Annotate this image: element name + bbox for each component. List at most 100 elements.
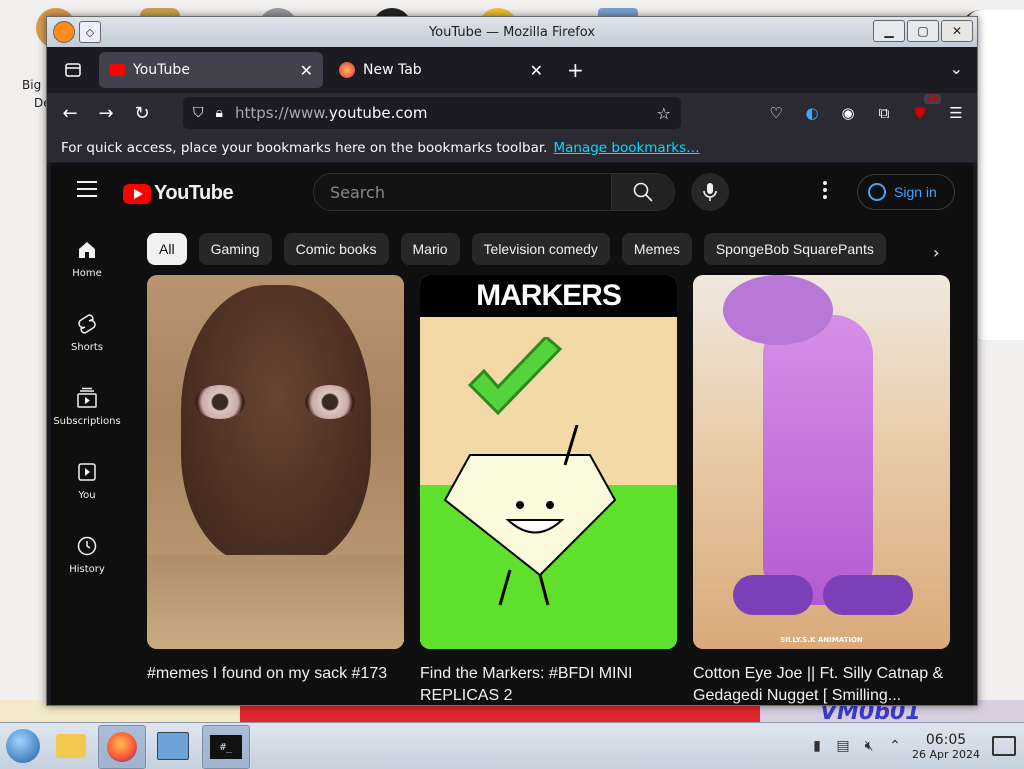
user-avatar-icon [868, 183, 886, 201]
guide-item-you[interactable]: You [51, 443, 123, 517]
youtube-play-icon [123, 183, 151, 204]
chip-comic-books[interactable]: Comic books [283, 233, 389, 265]
list-all-tabs-chevron-icon[interactable]: ⌄ [950, 59, 963, 78]
reload-icon[interactable]: ↻ [127, 98, 157, 128]
guide-item-history[interactable]: History [51, 517, 123, 591]
guide-label: Shorts [70, 341, 104, 353]
chip-next-chevron-icon[interactable]: › [933, 243, 939, 262]
terminal-icon: #_ [210, 735, 242, 759]
firefox-view-icon[interactable] [53, 50, 93, 90]
firefox-icon [107, 732, 137, 762]
youtube-page: YouTube Sign in Home [51, 163, 973, 705]
sign-in-label: Sign in [894, 184, 937, 200]
you-icon [77, 460, 97, 484]
guide-label: Subscriptions [53, 415, 121, 427]
chip-spongebob[interactable]: SpongeBob SquarePants [703, 233, 886, 265]
control-panel-icon [157, 732, 189, 760]
clock[interactable]: 06:05 26 Apr 2024 [912, 732, 980, 761]
forward-arrow-icon[interactable]: → [91, 98, 121, 128]
close-window-button[interactable]: ✕ [941, 20, 973, 42]
video-title[interactable]: Cotton Eye Joe || Ft. Silly Catnap & Ged… [693, 663, 950, 705]
tab-label: New Tab [363, 62, 422, 78]
video-title[interactable]: #memes I found on my sack #173 [147, 663, 404, 685]
back-arrow-icon[interactable]: ← [55, 98, 85, 128]
chip-television-comedy[interactable]: Television comedy [471, 233, 610, 265]
youtube-logo-text: YouTube [154, 182, 234, 204]
youtube-header: YouTube Sign in [51, 163, 973, 221]
new-tab-plus-icon[interactable]: + [567, 58, 584, 82]
pocket-icon[interactable]: ♡ [763, 100, 789, 126]
video-card[interactable]: MARKERS Find the Markers: #BFDI MINI REP… [420, 275, 677, 705]
video-thumbnail[interactable]: SILLY.S.K ANIMATION [693, 275, 950, 649]
desktop-icon-label: Big [22, 78, 42, 92]
video-thumbnail[interactable] [147, 275, 404, 649]
url-protocol: https://www. [234, 104, 329, 122]
video-title[interactable]: Find the Markers: #BFDI MINI REPLICAS 2 [420, 663, 677, 705]
extensions-puzzle-icon[interactable]: ⧉ [871, 100, 897, 126]
shield-icon[interactable]: ⛉ [193, 105, 204, 121]
microphone-icon [703, 183, 717, 201]
guide-menu-hamburger-icon[interactable] [77, 181, 97, 202]
ublock-icon[interactable]: ⛊ 16 [907, 94, 941, 126]
sign-in-button[interactable]: Sign in [857, 174, 955, 210]
guide-item-subscriptions[interactable]: Subscriptions [51, 369, 123, 443]
taskbar-control-panel[interactable] [150, 725, 196, 767]
taskbar-firefox[interactable] [98, 725, 146, 769]
close-tab-icon[interactable]: ✕ [300, 61, 313, 80]
start-orb-icon[interactable] [6, 729, 40, 763]
chip-memes[interactable]: Memes [621, 233, 692, 265]
tray-clipboard-icon[interactable]: ▤ [830, 738, 856, 754]
url-host: youtube.com [328, 104, 428, 122]
home-icon [77, 238, 97, 262]
guide-item-home[interactable]: Home [51, 221, 123, 295]
extension-badge: 16 [924, 94, 941, 104]
subscriptions-icon [76, 386, 98, 410]
search-box [313, 173, 675, 211]
bookmarks-message: For quick access, place your bookmarks h… [61, 139, 548, 156]
taskbar-file-manager[interactable] [48, 725, 94, 767]
manage-bookmarks-link[interactable]: Manage bookmarks… [553, 140, 699, 156]
show-desktop-icon[interactable] [992, 736, 1016, 756]
chip-gaming[interactable]: Gaming [198, 233, 272, 265]
lock-icon[interactable]: 🔒︎ [216, 105, 223, 121]
tray-volume-muted-icon[interactable]: 🔇︎ [856, 738, 882, 754]
system-tray: ▮ ▤ 🔇︎ ⌃ 06:05 26 Apr 2024 [804, 723, 1024, 769]
video-thumbnail[interactable]: MARKERS [420, 275, 677, 649]
bookmark-star-icon[interactable]: ☆ [657, 104, 671, 123]
settings-more-icon[interactable] [823, 181, 827, 202]
guide-label: Home [72, 267, 102, 279]
account-icon[interactable]: ◉ [835, 100, 861, 126]
youtube-logo[interactable]: YouTube [123, 182, 234, 205]
chip-all[interactable]: All [147, 233, 187, 265]
voice-search-button[interactable] [691, 173, 729, 211]
search-button[interactable] [611, 174, 674, 210]
guide-item-shorts[interactable]: Shorts [51, 295, 123, 369]
window-titlebar[interactable]: ◇ YouTube — Mozilla Firefox ▁ ▢ ✕ [47, 17, 977, 47]
minimize-button[interactable]: ▁ [873, 20, 905, 42]
folder-icon [56, 734, 86, 758]
navigation-toolbar: ← → ↻ ⛉ 🔒︎ https://www. youtube.com ☆ ♡ ◐… [47, 93, 977, 133]
url-bar[interactable]: ⛉ 🔒︎ https://www. youtube.com ☆ [183, 97, 681, 129]
close-tab-icon[interactable]: ✕ [530, 61, 543, 80]
tab-youtube[interactable]: YouTube ✕ [99, 52, 323, 88]
thumbnail-text: SILLY.S.K ANIMATION [780, 636, 863, 644]
clock-date: 26 Apr 2024 [911, 747, 980, 761]
video-card[interactable]: SILLY.S.K ANIMATION Cotton Eye Joe || Ft… [693, 275, 950, 705]
video-grid: #memes I found on my sack #173 MARKERS F… [147, 275, 950, 705]
video-card[interactable]: #memes I found on my sack #173 [147, 275, 404, 705]
taskbar: #_ ▮ ▤ 🔇︎ ⌃ 06:05 26 Apr 2024 [0, 722, 1024, 769]
tray-expand-chevron-icon[interactable]: ⌃ [882, 738, 908, 754]
app-menu-hamburger-icon[interactable]: ☰ [943, 100, 969, 126]
youtube-favicon-icon [109, 64, 125, 76]
maximize-button[interactable]: ▢ [907, 20, 939, 42]
window-title: YouTube — Mozilla Firefox [428, 25, 596, 40]
history-icon [76, 534, 98, 558]
thumbnail-text: MARKERS [476, 279, 622, 312]
clock-time: 06:05 [925, 731, 967, 748]
tray-battery-icon[interactable]: ▮ [804, 738, 830, 754]
chip-mario[interactable]: Mario [400, 233, 460, 265]
search-input[interactable] [314, 174, 611, 210]
extension-circle-icon[interactable]: ◐ [799, 100, 825, 126]
tab-new-tab[interactable]: New Tab ✕ [329, 52, 553, 88]
taskbar-terminal[interactable]: #_ [202, 725, 250, 769]
